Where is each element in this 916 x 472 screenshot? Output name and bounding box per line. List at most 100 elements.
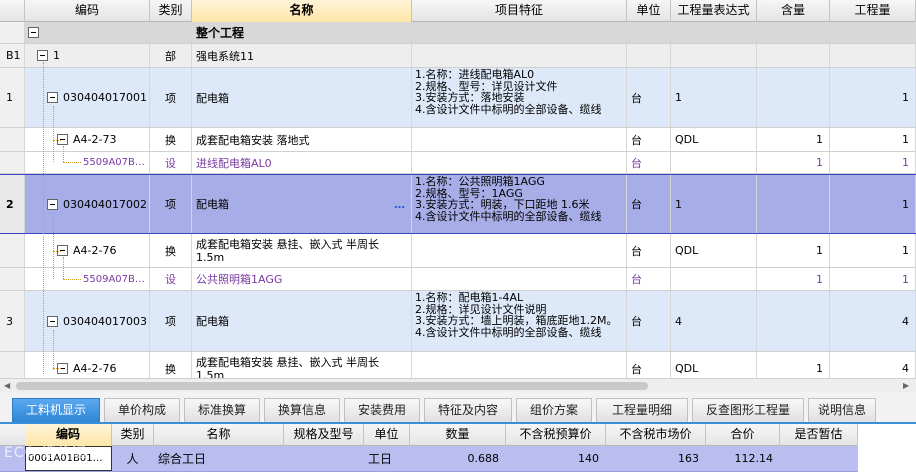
table-row[interactable]: 5509A07B… 设 进线配电箱AL0 台 1 1	[0, 152, 916, 174]
more-button[interactable]: …	[394, 198, 405, 211]
row-type: 设	[150, 268, 192, 290]
scrollbar-thumb[interactable]	[16, 382, 648, 390]
lheader-name[interactable]: 名称	[154, 424, 284, 446]
header-code[interactable]: 编码	[25, 0, 150, 22]
tree-line	[53, 251, 61, 252]
collapse-toggle[interactable]	[47, 315, 58, 327]
bill-grid: 编码 类别 名称 项目特征 单位 工程量表达式 含量 工程量 整个工程 B1 1…	[0, 0, 916, 378]
row-expr: QDL	[671, 234, 757, 267]
row-number: 3	[0, 291, 25, 351]
collapse-toggle[interactable]	[37, 50, 48, 61]
table-row[interactable]: A4-2-76 换 成套配电箱安装 悬挂、嵌入式 半周长 1.5m 台 QDL …	[0, 352, 916, 378]
lheader-estimate[interactable]: 是否暂估	[780, 424, 858, 446]
table-row[interactable]: 1 030404017001 项 配电箱 1.名称：进线配电箱AL0 2.规格、…	[0, 68, 916, 128]
row-content: 1	[757, 234, 830, 267]
tab-labor-material-machine[interactable]: 工料机显示	[12, 398, 100, 422]
table-row[interactable]: B1 1 部 强电系统11	[0, 44, 916, 68]
row-type: 设	[150, 152, 192, 173]
row-type: 换	[150, 352, 192, 378]
row-type: 项	[150, 68, 192, 127]
row-unit: 台	[627, 175, 671, 233]
table-row[interactable]: 5509A07B… 设 公共照明箱1AGG 台 1 1	[0, 268, 916, 291]
tree-line	[63, 162, 81, 163]
row-qty: 1	[830, 268, 916, 290]
header-type[interactable]: 类别	[150, 0, 192, 22]
table-row[interactable]: A4-2-73 换 成套配电箱安装 落地式 台 QDL 1 1	[0, 128, 916, 152]
resource-qty: 0.688	[410, 446, 506, 471]
row-qty: 1	[830, 175, 916, 233]
tab-unit-price-composition[interactable]: 单价构成	[104, 398, 180, 422]
tree-line	[53, 140, 61, 141]
resource-budget-price: 140	[506, 446, 606, 471]
tab-description[interactable]: 说明信息	[808, 398, 876, 422]
row-qty: 4	[830, 291, 916, 351]
lheader-total[interactable]: 合价	[706, 424, 780, 446]
row-type: 换	[150, 234, 192, 267]
header-qty[interactable]: 工程量	[830, 0, 916, 22]
detail-tabs: 工料机显示 单价构成 标准换算 换算信息 安装费用 特征及内容 组价方案 工程量…	[0, 392, 916, 424]
row-code: A4-2-76	[73, 362, 117, 375]
tab-quantity-details[interactable]: 工程量明细	[596, 398, 688, 422]
lheader-type[interactable]: 类别	[112, 424, 154, 446]
table-row[interactable]: 3 030404017003 项 配电箱 1.名称：配电箱1-4AL 2.规格：…	[0, 291, 916, 352]
collapse-toggle[interactable]	[47, 92, 58, 103]
row-content: 1	[757, 152, 830, 173]
row-feature: 1.名称：配电箱1-4AL 2.规格：详见设计文件说明 3.安装方式：墙上明装，…	[412, 291, 627, 351]
resource-code[interactable]: 0001A01B01…	[25, 446, 112, 471]
row-code: 030404017001	[63, 91, 147, 104]
table-row[interactable]: A4-2-76 换 成套配电箱安装 悬挂、嵌入式 半周长 1.5m 台 QDL …	[0, 234, 916, 268]
row-unit: 台	[627, 268, 671, 290]
row-number: 1	[0, 68, 25, 127]
row-name: 配电箱	[192, 291, 412, 351]
row-type: 换	[150, 128, 192, 151]
scroll-right-icon[interactable]: ▶	[903, 381, 909, 390]
header-expr[interactable]: 工程量表达式	[671, 0, 757, 22]
row-number: 2	[0, 175, 25, 233]
tree-line	[53, 330, 54, 370]
lheader-unit[interactable]: 单位	[364, 424, 410, 446]
table-row-selected[interactable]: 2 030404017002 项 配电箱 … 1.名称：公共照明箱1AGG 2.…	[0, 174, 916, 234]
header-rownum	[0, 0, 25, 22]
resource-unit: 工日	[364, 446, 410, 471]
lheader-qty[interactable]: 数量	[410, 424, 506, 446]
resource-estimate[interactable]	[780, 446, 858, 471]
table-row[interactable]: 整个工程	[0, 22, 916, 44]
tab-reverse-graphic-quantity[interactable]: 反查图形工程量	[692, 398, 804, 422]
header-feature[interactable]: 项目特征	[412, 0, 627, 22]
lheader-spec[interactable]: 规格及型号	[284, 424, 364, 446]
row-name: 进线配电箱AL0	[192, 152, 412, 173]
row-name: 整个工程	[192, 22, 412, 43]
lheader-code[interactable]: 编码	[25, 424, 112, 446]
horizontal-scrollbar[interactable]: ◀ ▶	[0, 378, 916, 392]
tab-features-content[interactable]: 特征及内容	[424, 398, 512, 422]
row-code: A4-2-76	[73, 244, 117, 257]
lheader-budget[interactable]: 不含税预算价	[506, 424, 606, 446]
row-name: 成套配电箱安装 悬挂、嵌入式 半周长 1.5m	[192, 234, 412, 267]
collapse-toggle[interactable]	[28, 27, 39, 38]
lheader-market[interactable]: 不含税市场价	[606, 424, 706, 446]
row-feature: 1.名称：进线配电箱AL0 2.规格、型号：详见设计文件 3.安装方式：落地安装…	[412, 68, 627, 127]
tab-conversion-info[interactable]: 换算信息	[264, 398, 340, 422]
row-unit: 台	[627, 128, 671, 151]
tab-installation-cost[interactable]: 安装费用	[344, 398, 420, 422]
tab-pricing-scheme[interactable]: 组价方案	[516, 398, 592, 422]
tab-standard-conversion[interactable]: 标准换算	[184, 398, 260, 422]
row-code: A4-2-73	[73, 133, 117, 146]
resource-market-price: 163	[606, 446, 706, 471]
row-qty: 1	[830, 234, 916, 267]
row-name: 公共照明箱1AGG	[192, 268, 412, 290]
resource-total: 112.14	[706, 446, 780, 471]
scroll-left-icon[interactable]: ◀	[4, 381, 10, 390]
header-name[interactable]: 名称	[192, 0, 412, 22]
tree-line	[43, 62, 44, 374]
collapse-toggle[interactable]	[47, 198, 58, 210]
tree-line	[63, 279, 81, 280]
header-content[interactable]: 含量	[757, 0, 830, 22]
row-qty: 4	[830, 352, 916, 378]
row-content: 1	[757, 268, 830, 290]
row-expr: 1	[671, 68, 757, 127]
row-type: 项	[150, 291, 192, 351]
row-name: 成套配电箱安装 落地式	[192, 128, 412, 151]
resource-row[interactable]: 0001A01B01… 人 综合工日 工日 0.688 140 163 112.…	[0, 446, 858, 472]
header-unit[interactable]: 单位	[627, 0, 671, 22]
